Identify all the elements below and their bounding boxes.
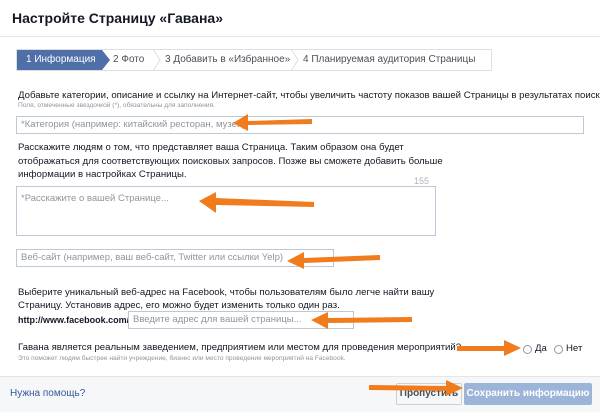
required-note: Поля, отмеченные звездочкой (*), обязате… [18,102,215,109]
about-placeholder: *Расскажите о вашей Странице... [21,193,169,204]
step-information[interactable]: 1 Информация [26,50,96,70]
venue-no-radio[interactable] [554,345,563,354]
venue-question: Гавана является реальным заведением, пре… [18,342,462,353]
setup-dialog: Настройте Страницу «Гавана» 1 Информация… [0,0,600,412]
address-text-line-1: Выберите уникальный веб-адрес на Faceboo… [18,287,435,298]
venue-yes-radio[interactable] [523,345,532,354]
dialog-title: Настройте Страницу «Гавана» [12,10,223,26]
about-text-line-2: отображаться для соответствующих поисков… [18,156,443,167]
step-active-pointer [102,50,110,70]
arrow-icon [233,114,312,131]
step-audience[interactable]: 4 Планируемая аудитория Страницы [303,50,475,70]
about-text-line-3: информации в настройках Страницы. [18,169,187,180]
arrow-icon [311,312,412,329]
title-divider [0,36,600,37]
facebook-url-prefix: http://www.facebook.com/ [18,315,130,325]
help-link[interactable]: Нужна помощь? [10,388,85,399]
step-favorites[interactable]: 3 Добавить в «Избранное» [165,50,290,70]
step-photo[interactable]: 2 Фото [113,50,144,70]
character-counter: 155 [414,176,430,186]
save-info-button[interactable]: Сохранить информацию [464,383,592,405]
arrow-icon [199,192,314,213]
about-text-line-1: Расскажите людям о том, что представляет… [18,142,404,153]
arrow-icon [287,252,380,269]
intro-text: Добавьте категории, описание и ссылку на… [18,90,600,101]
website-placeholder: Веб-сайт (например, ваш веб-сайт, Twitte… [21,252,284,263]
arrow-icon [369,380,463,396]
venue-no-label[interactable]: Нет [566,342,582,355]
step-separator [153,49,161,71]
arrow-icon [457,340,521,356]
page-address-placeholder: Введите адрес для вашей страницы... [133,314,302,325]
category-placeholder: *Категория (например: китайский ресторан… [21,119,246,130]
step-separator [291,49,299,71]
venue-hint: Это поможет людям быстрее найти учрежден… [18,355,346,362]
venue-yes-label[interactable]: Да [535,342,547,355]
